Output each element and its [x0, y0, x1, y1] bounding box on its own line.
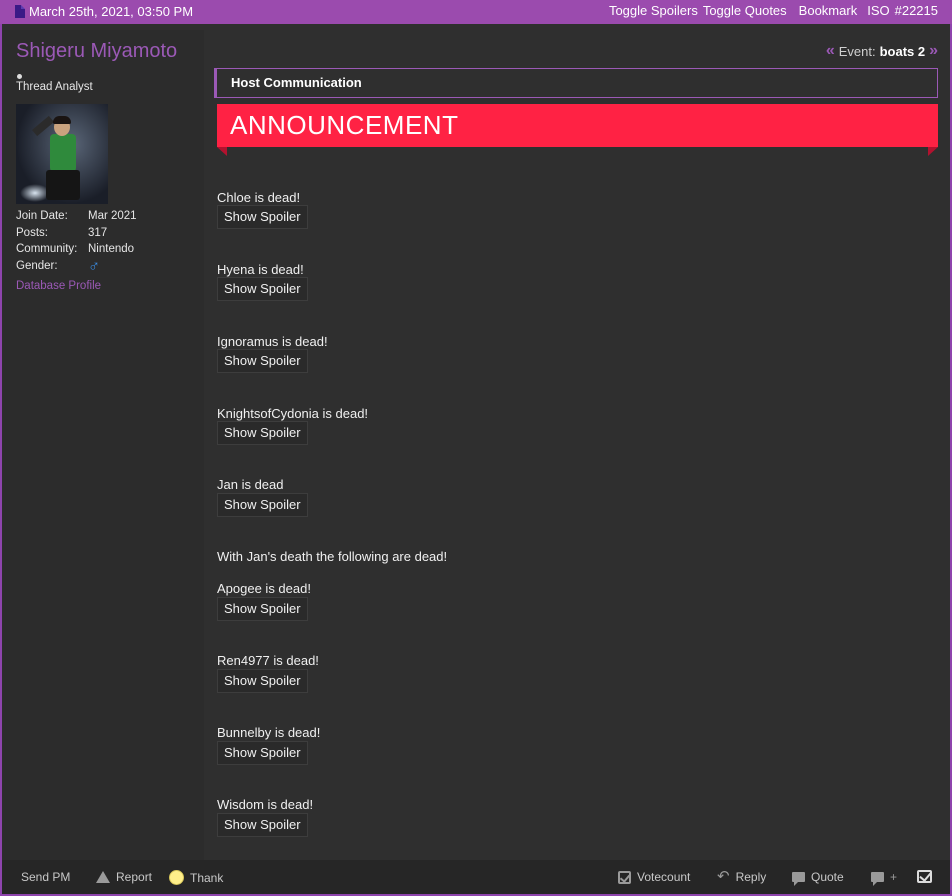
- stat-value: 317: [88, 226, 108, 239]
- toggle-spoilers-link[interactable]: Toggle Spoilers: [609, 3, 698, 18]
- avatar-hair: [53, 116, 71, 124]
- send-pm-button[interactable]: Send PM: [21, 870, 70, 884]
- quote-label: Quote: [811, 870, 844, 884]
- prev-event-icon[interactable]: «: [826, 42, 835, 60]
- show-spoiler-button[interactable]: Show Spoiler: [217, 493, 308, 517]
- user-stats: Join Date: Mar 2021 Posts: 317 Community…: [16, 210, 137, 276]
- toggle-quotes-link[interactable]: Toggle Quotes: [703, 3, 787, 18]
- avatar[interactable]: [16, 104, 108, 204]
- user-title: Thread Analyst: [16, 81, 93, 93]
- stat-posts: Posts: 317: [16, 227, 137, 244]
- thank-label: Thank: [190, 870, 224, 885]
- stat-label: Community:: [16, 243, 78, 255]
- entry-text: Bunnelby is dead!: [217, 725, 321, 740]
- checkbox-icon: [917, 870, 932, 883]
- stat-label: Join Date:: [16, 210, 68, 222]
- host-communication-label: Host Communication: [231, 75, 362, 90]
- post-number-link[interactable]: #22215: [895, 3, 938, 18]
- thank-icon: [169, 870, 184, 885]
- show-spoiler-button[interactable]: Show Spoiler: [217, 205, 308, 229]
- show-spoiler-button[interactable]: Show Spoiler: [217, 813, 308, 837]
- votecount-button[interactable]: Votecount: [618, 870, 690, 884]
- reply-button[interactable]: ↶ Reply: [717, 868, 767, 885]
- select-post-checkbox[interactable]: [917, 870, 932, 883]
- database-profile-link[interactable]: Database Profile: [16, 280, 101, 292]
- announcement-title: ANNOUNCEMENT: [230, 110, 459, 140]
- report-button[interactable]: Report: [96, 870, 152, 884]
- avatar-body: [50, 134, 76, 172]
- host-communication-box: Host Communication: [214, 68, 938, 98]
- stat-community: Community: Nintendo: [16, 243, 137, 260]
- stat-label: Gender:: [16, 259, 58, 272]
- reply-arrow-icon: ↶: [717, 868, 730, 885]
- post-date: March 25th, 2021, 03:50 PM: [29, 4, 194, 19]
- warning-icon: [96, 871, 110, 883]
- reply-label: Reply: [735, 870, 767, 884]
- entry-text: Ignoramus is dead!: [217, 334, 328, 349]
- online-status-icon: [17, 74, 22, 79]
- avatar-arm: [32, 115, 54, 137]
- iso-link[interactable]: ISO: [867, 3, 889, 18]
- thank-button[interactable]: Thank: [169, 870, 223, 885]
- plus-icon: +: [890, 870, 898, 884]
- entry-text: Ren4977 is dead!: [217, 653, 319, 668]
- male-icon: ♂: [88, 257, 100, 275]
- show-spoiler-button[interactable]: Show Spoiler: [217, 277, 308, 301]
- send-pm-label: Send PM: [21, 870, 71, 884]
- entry-text: Hyena is dead!: [217, 262, 304, 277]
- next-event-icon[interactable]: »: [929, 42, 938, 60]
- entry-text: With Jan's death the following are dead!: [217, 549, 448, 564]
- bookmark-link[interactable]: Bookmark: [799, 3, 858, 18]
- banner-fold-left: [217, 147, 227, 156]
- entry-text: KnightsofCydonia is dead!: [217, 406, 369, 421]
- announcement-banner: ANNOUNCEMENT: [217, 104, 938, 147]
- votecount-icon: [618, 870, 631, 884]
- post-footer: Send PM Report Thank Votecount ↶ Reply Q…: [2, 860, 950, 894]
- show-spoiler-button[interactable]: Show Spoiler: [217, 597, 308, 621]
- avatar-legs: [46, 170, 80, 200]
- show-spoiler-button[interactable]: Show Spoiler: [217, 421, 308, 445]
- show-spoiler-button[interactable]: Show Spoiler: [217, 669, 308, 693]
- entry-text: Chloe is dead!: [217, 190, 301, 205]
- show-spoiler-button[interactable]: Show Spoiler: [217, 349, 308, 373]
- entry-text: Apogee is dead!: [217, 581, 311, 596]
- stat-gender: Gender: ♂: [16, 257, 137, 277]
- votecount-label: Votecount: [637, 870, 691, 884]
- stat-join-date: Join Date: Mar 2021: [16, 210, 137, 227]
- event-bar: « Event: boats 2 »: [826, 42, 938, 60]
- event-label: Event:: [838, 43, 876, 59]
- banner-fold-right: [928, 147, 938, 156]
- post-document-icon: [15, 5, 25, 18]
- multi-quote-button[interactable]: +: [871, 870, 898, 886]
- user-sidebar: Shigeru Miyamoto Thread Analyst Join Dat…: [2, 30, 204, 860]
- report-label: Report: [116, 870, 153, 884]
- quote-icon: [792, 872, 805, 886]
- entry-text: Jan is dead: [217, 477, 284, 492]
- stat-value: Mar 2021: [88, 210, 137, 222]
- post-header-links: Toggle Spoilers Toggle Quotes Bookmark I…: [609, 3, 938, 18]
- username-link[interactable]: Shigeru Miyamoto: [16, 40, 177, 63]
- multi-quote-icon: [871, 872, 884, 886]
- quote-button[interactable]: Quote: [792, 870, 844, 886]
- event-name-link[interactable]: boats 2: [880, 44, 926, 59]
- stat-label: Posts:: [16, 226, 48, 239]
- show-spoiler-button[interactable]: Show Spoiler: [217, 741, 308, 765]
- post-header-bar: March 25th, 2021, 03:50 PM Toggle Spoile…: [0, 0, 952, 24]
- entry-text: Wisdom is dead!: [217, 797, 314, 812]
